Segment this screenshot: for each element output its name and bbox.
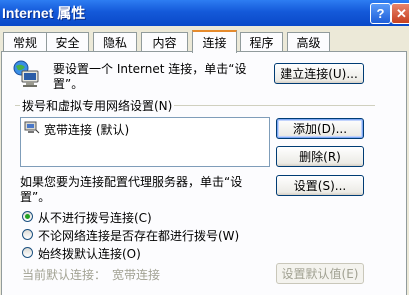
question-icon: ? bbox=[376, 6, 385, 21]
tab-label: 隐私 bbox=[102, 35, 127, 50]
add-button-label: 添加(D)... bbox=[292, 122, 348, 136]
tab-general[interactable]: 常规 bbox=[3, 32, 47, 51]
tab-content[interactable]: 内容 bbox=[141, 32, 188, 51]
computer-globe-icon bbox=[12, 59, 42, 92]
tab-label: 常规 bbox=[12, 35, 37, 50]
radio-button[interactable] bbox=[22, 229, 33, 240]
remove-button[interactable]: 删除(R) bbox=[276, 146, 364, 167]
help-button[interactable]: ? bbox=[370, 3, 391, 24]
tab-privacy[interactable]: 隐私 bbox=[93, 32, 137, 51]
tab-security[interactable]: 安全 bbox=[46, 32, 89, 51]
connection-name: 宽带连接 (默认) bbox=[44, 123, 130, 137]
remove-button-label: 删除(R) bbox=[299, 150, 341, 164]
close-icon: ✕ bbox=[396, 5, 407, 21]
tab-strip: 常规 安全 隐私 内容 连接 程序 高级 bbox=[0, 30, 409, 53]
tab-label: 内容 bbox=[152, 35, 177, 50]
default-connection-label: 当前默认连接： bbox=[22, 268, 107, 282]
broadband-connection-icon bbox=[24, 121, 40, 138]
tab-label: 安全 bbox=[55, 35, 80, 50]
tab-advanced[interactable]: 高级 bbox=[287, 32, 330, 51]
radio-label: 始终拨默认连接(O) bbox=[38, 247, 141, 261]
dialup-group-label: 拨号和虚拟专用网络设置(N) bbox=[20, 97, 175, 114]
proxy-description: 如果您要为连接配置代理服务器，单击“设置”。 bbox=[20, 175, 243, 204]
radio-button[interactable] bbox=[22, 247, 33, 258]
tab-label: 程序 bbox=[249, 35, 274, 50]
radio-label: 不论网络连接是否存在都进行拨号(W) bbox=[38, 229, 240, 243]
setup-connection-label: 建立连接(U)... bbox=[280, 67, 358, 81]
close-button[interactable]: ✕ bbox=[391, 3, 409, 24]
setup-description: 要设置一个 Internet 连接，单击“设置”。 bbox=[53, 62, 247, 91]
proxy-settings-button[interactable]: 设置(S)... bbox=[276, 175, 364, 196]
set-default-button[interactable]: 设置默认值(E) bbox=[276, 263, 364, 284]
tab-connections[interactable]: 连接 bbox=[192, 30, 237, 53]
add-button[interactable]: 添加(D)... bbox=[276, 118, 364, 139]
default-connection-value: 宽带连接 bbox=[112, 268, 161, 282]
window-title: Internet 属性 bbox=[2, 5, 86, 21]
tab-label: 高级 bbox=[296, 35, 321, 50]
set-default-label: 设置默认值(E) bbox=[281, 267, 359, 281]
radio-label: 从不进行拨号连接(C) bbox=[38, 211, 152, 225]
tab-programs[interactable]: 程序 bbox=[240, 32, 283, 51]
proxy-settings-label: 设置(S)... bbox=[293, 179, 347, 193]
connection-list[interactable]: 宽带连接 (默认) bbox=[20, 117, 270, 167]
title-bar[interactable]: Internet 属性 ? ✕ bbox=[0, 0, 409, 26]
radio-button[interactable] bbox=[22, 211, 33, 222]
tab-label: 连接 bbox=[202, 36, 227, 50]
setup-connection-button[interactable]: 建立连接(U)... bbox=[274, 63, 364, 84]
